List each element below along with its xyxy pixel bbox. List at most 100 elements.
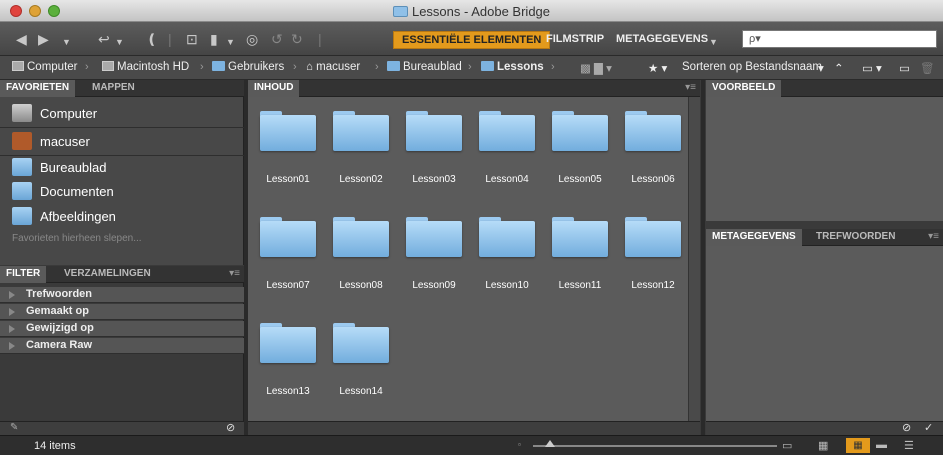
recent-files-icon[interactable]: ❪	[146, 31, 158, 47]
favorites-tabbar: FAVORIETEN MAPPEN	[0, 80, 244, 97]
apply-check-icon[interactable]: ✓	[924, 421, 933, 434]
folder-thumbnail[interactable]: Lesson04	[479, 111, 543, 185]
panel-divider[interactable]	[701, 80, 705, 435]
open-recent-folder-icon[interactable]: ▭ ▾	[862, 61, 882, 75]
sort-dropdown[interactable]: Sorteren op Bestandsnaam	[682, 61, 822, 73]
rotate-left-icon[interactable]: ↺	[271, 31, 283, 47]
tab-filter[interactable]: FILTER	[0, 266, 47, 283]
folder-thumbnail[interactable]: Lesson09	[406, 217, 470, 291]
folder-icon	[552, 217, 608, 257]
folder-icon	[333, 323, 389, 363]
folder-thumbnail[interactable]: Lesson08	[333, 217, 397, 291]
content-bottom-bar	[248, 421, 700, 435]
tab-trefwoorden[interactable]: TREFWOORDEN	[810, 229, 901, 246]
slider-knob[interactable]	[545, 440, 555, 447]
panel-menu-icon[interactable]: ▾≡	[928, 231, 939, 242]
favorites-hint: Favorieten hierheen slepen...	[12, 233, 142, 244]
forward-icon[interactable]: ▶	[38, 31, 49, 47]
get-photos-icon[interactable]: ⊡	[186, 31, 198, 47]
item-count: 14 items	[34, 440, 76, 452]
metadata-bottom-bar: ⊘ ✓	[706, 421, 943, 435]
favorite-afbeeldingen[interactable]: Afbeeldingen	[12, 206, 240, 228]
small-thumbnail-icon[interactable]: ▫	[518, 440, 521, 449]
home-icon	[12, 132, 32, 150]
folder-thumbnail[interactable]: Lesson03	[406, 111, 470, 185]
crumb-macintosh-hd[interactable]: Macintosh HD	[102, 61, 189, 73]
filter-camera-raw[interactable]: Camera Raw	[0, 338, 244, 354]
preview-tabbar: VOORBEELD	[706, 80, 943, 97]
view-as-list-icon[interactable]: ☰	[904, 439, 914, 452]
tab-metagegevens[interactable]: METAGEGEVENS	[706, 229, 802, 246]
crumb-bureaublad[interactable]: Bureaublad	[387, 61, 462, 73]
folder-thumbnail[interactable]: Lesson07	[260, 217, 324, 291]
folder-thumbnail[interactable]: Lesson14	[333, 323, 397, 397]
panel-divider[interactable]	[706, 221, 943, 229]
filter-gewijzigd-op[interactable]: Gewijzigd op	[0, 321, 244, 337]
large-thumbnail-icon[interactable]: ▭	[782, 439, 792, 452]
refine-icon[interactable]: ▮	[210, 31, 218, 47]
workspace-filmstrip[interactable]: FILMSTRIP	[538, 31, 612, 49]
folder-thumbnail[interactable]: Lesson13	[260, 323, 324, 397]
window-title-container: Lessons - Adobe Bridge	[0, 4, 943, 19]
cancel-icon[interactable]: ⊘	[902, 421, 911, 434]
favorite-computer[interactable]: Computer	[12, 103, 240, 125]
folder-icon	[260, 217, 316, 257]
preview-panel	[706, 97, 943, 221]
title-bar: Lessons - Adobe Bridge	[0, 0, 943, 22]
favorite-macuser[interactable]: macuser	[12, 131, 240, 153]
chevron-right-icon: ›	[200, 61, 204, 73]
rotate-right-icon[interactable]: ↻	[291, 31, 303, 47]
tab-mappen[interactable]: MAPPEN	[86, 80, 141, 97]
tab-inhoud[interactable]: INHOUD	[248, 80, 300, 97]
sort-ascending-icon[interactable]: ⌃	[834, 61, 844, 75]
open-camera-raw-icon[interactable]: ◎	[246, 31, 258, 47]
filter-trefwoorden[interactable]: Trefwoorden	[0, 287, 244, 303]
history-dropdown-icon[interactable]: ▼	[62, 34, 71, 50]
crumb-lessons[interactable]: Lessons	[481, 61, 544, 73]
folder-thumbnail[interactable]: Lesson02	[333, 111, 397, 185]
view-as-details-icon[interactable]: ▬	[876, 439, 887, 451]
crumb-computer[interactable]: Computer	[12, 61, 78, 73]
star-filter-icon[interactable]: ★ ▾	[648, 61, 667, 75]
folder-icon	[12, 182, 32, 200]
content-scrollbar[interactable]	[688, 97, 700, 421]
folder-thumbnail[interactable]: Lesson01	[260, 111, 324, 185]
folder-icon	[212, 61, 225, 71]
workspace-dropdown-icon[interactable]: ▼	[709, 34, 718, 50]
folder-thumbnail[interactable]: Lesson10	[479, 217, 543, 291]
thumbnail-size-slider[interactable]	[533, 445, 777, 447]
folder-icon	[552, 111, 608, 151]
pin-icon[interactable]: ✎	[10, 422, 18, 433]
panel-menu-icon[interactable]: ▾≡	[229, 268, 240, 279]
clear-filter-icon[interactable]: ⊘	[226, 421, 235, 434]
folder-thumbnail[interactable]: Lesson12	[625, 217, 689, 291]
new-folder-icon[interactable]: ▭	[899, 61, 910, 75]
favorite-bureaublad[interactable]: Bureaublad	[12, 157, 240, 179]
quality-icon[interactable]: ▩ ▇ ▾	[580, 61, 612, 75]
workspace-metadata[interactable]: METAGEGEVENS	[608, 31, 716, 49]
tab-voorbeeld[interactable]: VOORBEELD	[706, 80, 782, 97]
grid-lock-icon[interactable]: ▦	[818, 439, 828, 452]
back-icon[interactable]: ◀	[16, 31, 27, 47]
workspace-essentials[interactable]: ESSENTIËLE ELEMENTEN	[393, 31, 551, 49]
view-as-thumbnails-icon[interactable]: ▦	[846, 438, 870, 453]
folder-thumbnail[interactable]: Lesson05	[552, 111, 616, 185]
filter-gemaakt-op[interactable]: Gemaakt op	[0, 304, 244, 320]
boomerang-dropdown-icon[interactable]: ▼	[115, 34, 124, 50]
crumb-macuser[interactable]: ⌂ macuser	[306, 61, 360, 73]
folder-thumbnail[interactable]: Lesson11	[552, 217, 616, 291]
sort-dropdown-chevron-icon[interactable]: ▾	[818, 61, 824, 75]
search-input[interactable]: ρ▾	[742, 30, 937, 48]
chevron-right-icon: ›	[551, 61, 555, 73]
folder-thumbnail[interactable]: Lesson06	[625, 111, 689, 185]
tab-verzamelingen[interactable]: VERZAMELINGEN	[58, 266, 157, 283]
tab-favorieten[interactable]: FAVORIETEN	[0, 80, 76, 97]
crumb-gebruikers[interactable]: Gebruikers	[212, 61, 284, 73]
favorite-documenten[interactable]: Documenten	[12, 181, 240, 203]
folder-icon	[260, 111, 316, 151]
separator-icon: |	[318, 31, 322, 47]
panel-menu-icon[interactable]: ▾≡	[685, 82, 696, 93]
boomerang-icon[interactable]: ↩	[98, 31, 110, 47]
refine-dropdown-icon[interactable]: ▼	[226, 34, 235, 50]
trash-icon[interactable]: 🗑	[920, 61, 935, 75]
